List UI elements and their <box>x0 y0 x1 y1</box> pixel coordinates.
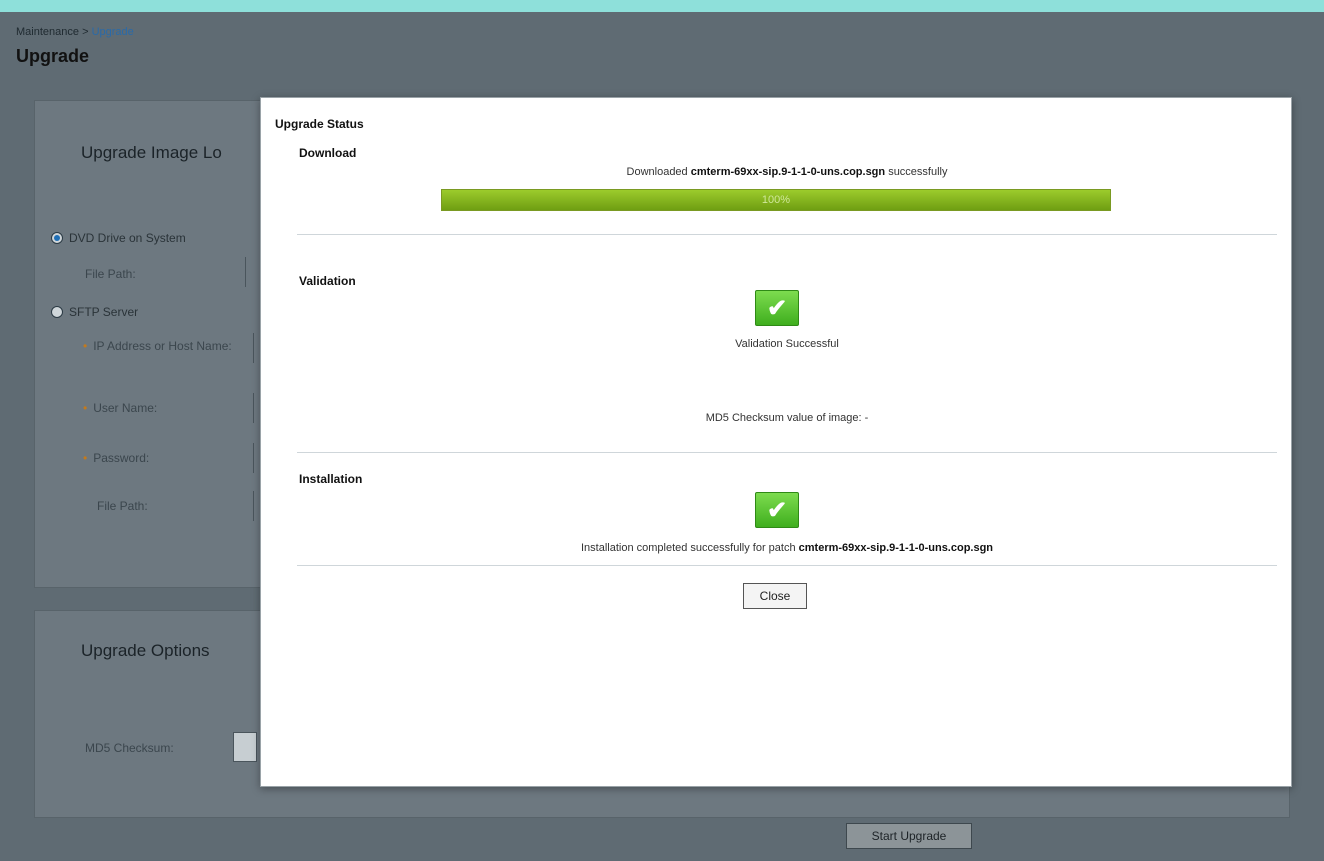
section-divider <box>297 452 1277 453</box>
dvd-drive-option[interactable]: DVD Drive on System <box>51 231 186 245</box>
image-location-heading: Upgrade Image Lo <box>81 143 222 162</box>
required-marker-icon: • <box>83 401 88 415</box>
radio-selected-icon <box>51 232 63 244</box>
dvd-drive-label: DVD Drive on System <box>69 231 186 245</box>
dialog-title: Upgrade Status <box>275 117 364 131</box>
file-path-label: File Path: <box>85 267 136 281</box>
sftp-file-path-label: File Path: <box>97 499 148 513</box>
md5-checksum-value: MD5 Checksum value of image: - <box>705 412 869 424</box>
user-name-label: • User Name: <box>83 401 158 415</box>
breadcrumb-current[interactable]: Upgrade <box>92 26 134 38</box>
download-progress-bar: 100% <box>441 189 1111 211</box>
validation-check-icon: ✔ <box>755 290 799 326</box>
sftp-server-option[interactable]: SFTP Server <box>51 305 138 319</box>
breadcrumb-parent[interactable]: Maintenance <box>16 26 79 38</box>
installation-message: Installation completed successfully for … <box>580 542 994 554</box>
section-divider <box>297 234 1277 235</box>
upgrade-status-dialog: Upgrade Status Download Downloaded cmter… <box>260 97 1292 787</box>
breadcrumb: Maintenance > Upgrade <box>16 26 134 38</box>
radio-unselected-icon <box>51 306 63 318</box>
download-section-title: Download <box>299 146 357 160</box>
top-accent-bar <box>0 0 1324 12</box>
breadcrumb-separator: > <box>82 26 89 38</box>
ip-address-label: • IP Address or Host Name: <box>83 339 232 353</box>
download-message: Downloaded cmterm-69xx-sip.9-1-1-0-uns.c… <box>626 166 948 178</box>
page-title: Upgrade <box>16 46 90 66</box>
validation-section-title: Validation <box>299 274 356 288</box>
installation-section-title: Installation <box>299 472 363 486</box>
close-button[interactable]: Close <box>743 583 807 609</box>
download-filename: cmterm-69xx-sip.9-1-1-0-uns.cop.sgn <box>690 166 886 178</box>
installation-check-icon: ✔ <box>755 492 799 528</box>
required-marker-icon: • <box>83 451 88 465</box>
required-marker-icon: • <box>83 339 88 353</box>
md5-checksum-label: MD5 Checksum: <box>85 741 174 755</box>
installation-filename: cmterm-69xx-sip.9-1-1-0-uns.cop.sgn <box>798 542 994 554</box>
start-upgrade-button[interactable]: Start Upgrade <box>846 823 972 849</box>
sftp-server-label: SFTP Server <box>69 305 139 319</box>
dvd-file-path-input[interactable] <box>245 257 255 287</box>
password-label: • Password: <box>83 451 150 465</box>
upgrade-options-heading: Upgrade Options <box>81 641 210 660</box>
section-divider <box>297 565 1277 566</box>
md5-checksum-input[interactable] <box>233 732 257 762</box>
progress-label: 100% <box>761 194 791 206</box>
validation-status: Validation Successful <box>735 338 839 350</box>
